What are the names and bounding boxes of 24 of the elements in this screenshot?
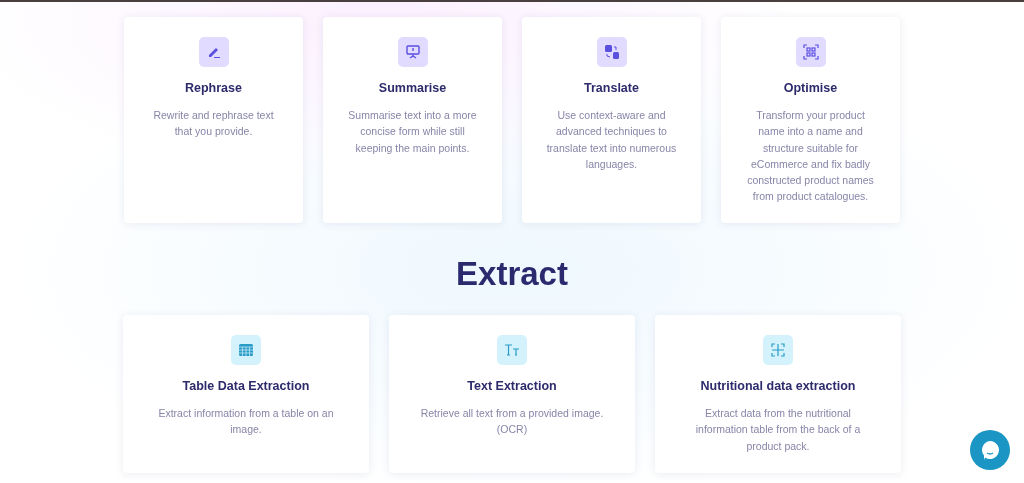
card-description: Extract data from the nutritional information table from the back of a product pack.: [694, 406, 862, 454]
card-description: Rewrite and rephrase text that you provide.: [152, 108, 275, 140]
crosshair-icon: [763, 335, 793, 365]
scan-icon: [795, 37, 826, 67]
translate-icon: [596, 37, 627, 67]
section-heading: Extract: [455, 254, 569, 294]
pencil-icon: [198, 37, 229, 67]
chat-button[interactable]: [970, 430, 1010, 470]
card-title: Table Data Extraction: [182, 379, 310, 393]
table-icon: [231, 335, 261, 365]
card-title: Rephrase: [185, 81, 242, 95]
presentation-icon: [397, 37, 428, 67]
card-title: Nutritional data extraction: [700, 379, 856, 393]
chat-bubble-icon: [979, 439, 1001, 461]
card-title: Translate: [584, 81, 639, 95]
card-description: Transform your product name into a name and structure suitable for eCommerce and fix badly constructed product names from product catalogues.: [746, 108, 875, 205]
card-description: Summarise text into a more concise form while still keeping the main points.: [347, 108, 478, 156]
card-title: Text Extraction: [467, 379, 557, 393]
card-description: Retrieve all text from a provided image. (OCR): [419, 406, 605, 438]
card-title: Optimise: [783, 81, 838, 95]
card-title: Summarise: [378, 81, 447, 95]
text-icon: [497, 335, 527, 365]
card-description: Extract information from a table on an image.: [157, 406, 335, 438]
card-description: Use context-aware and advanced techniques to translate text into numerous languages.: [545, 108, 678, 172]
